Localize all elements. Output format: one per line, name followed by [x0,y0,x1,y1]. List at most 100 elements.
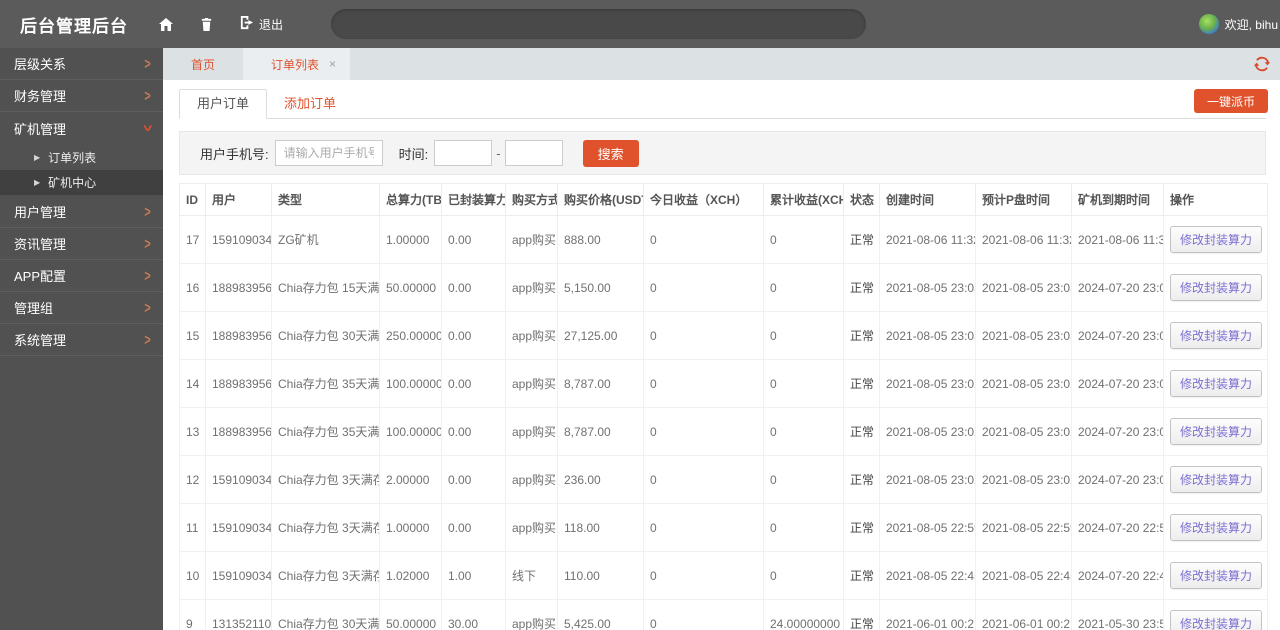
trash-icon[interactable] [200,17,213,32]
table-cell-action: 修改封装算力 [1163,599,1268,630]
table-cell: 正常 [843,551,880,600]
top-navbar: 后台管理后台 退出 欢迎, bihu [0,0,1280,48]
table-cell: 0.00 [441,263,506,312]
modify-sealed-power-button[interactable]: 修改封装算力 [1170,514,1263,541]
table-cell: 30.00 [441,599,506,630]
tab-page[interactable]: 首页 [163,48,243,80]
sidebar-menu: 层级关系 > 财务管理 > 矿机管理 > ▶ 订单列表 ▶ 矿机中心 用户管理 > 资讯管理 > APP配置… [0,48,163,356]
table-cell: 2024-07-20 22:45:03 [1071,551,1164,600]
chevron-right-icon: > [144,54,151,73]
user-menu[interactable]: 欢迎, bihu [1198,14,1278,34]
modify-sealed-power-button[interactable]: 修改封装算力 [1170,274,1263,301]
table-cell: 236.00 [557,455,644,504]
table-row: 1618898395608Chia存力包 15天满存交付50.000000.00… [179,263,1268,312]
table-cell: 2021-06-01 00:21:08 [975,599,1072,630]
modify-sealed-power-button[interactable]: 修改封装算力 [1170,418,1263,445]
table-cell: Chia存力包 35天满存交付 [271,407,380,456]
modify-sealed-power-button[interactable]: 修改封装算力 [1170,226,1263,253]
table-cell: 2021-08-05 23:03:39 [975,263,1072,312]
one-key-dispatch-button[interactable]: 一键派币 [1193,89,1268,113]
chevron-right-icon: > [144,298,151,317]
table-cell: 正常 [843,503,880,552]
close-icon[interactable]: × [329,58,336,70]
phone-input[interactable] [274,140,383,166]
modify-sealed-power-button[interactable]: 修改封装算力 [1170,466,1263,493]
modify-sealed-power-button[interactable]: 修改封装算力 [1170,562,1263,589]
table-cell: 正常 [843,599,880,630]
column-header: 类型 [271,183,380,216]
table-cell: 2.00000 [379,455,442,504]
main-content: 首页订单列表× 用户订单添加订单一键派币 用户手机号: 时间: - 搜索 ID用… [163,48,1280,630]
table-row: 1318898395608Chia存力包 35天满存交付100.000000.0… [179,407,1268,456]
column-header: 创建时间 [879,183,976,216]
column-header: 矿机到期时间 [1071,183,1164,216]
table-cell: 11 [179,503,206,552]
home-icon[interactable] [158,17,174,32]
table-cell: 27,125.00 [557,311,644,360]
sidebar-item-label: 财务管理 [14,89,67,104]
table-cell: 2021-06-01 00:21:08 [879,599,976,630]
column-header: 预计P盘时间 [975,183,1072,216]
phone-label: 用户手机号: [200,146,269,162]
table-cell: 1.00 [441,551,506,600]
chevron-right-icon: > [144,330,151,349]
table-wrap: ID用户类型总算力(TB)已封装算力购买方式购买价格(USDT)今日收益（XCH… [179,183,1268,630]
tab-strip: 首页 订单列表 × [163,48,1280,80]
logout-button[interactable]: 退出 [239,15,283,33]
sidebar-item[interactable]: 矿机管理 > [0,112,163,144]
table-cell-action: 修改封装算力 [1163,455,1268,504]
table-cell: Chia存力包 3天满存交付 [271,551,380,600]
table-cell: 线下 [505,551,558,600]
sidebar-subitem[interactable]: ▶ 订单列表 [0,144,163,170]
search-button[interactable]: 搜索 [582,139,639,167]
table-cell: 17 [179,215,206,264]
sidebar-subitem[interactable]: ▶ 矿机中心 [0,170,163,196]
modify-sealed-power-button[interactable]: 修改封装算力 [1170,610,1263,630]
subtab[interactable]: 用户订单 [179,89,268,119]
sidebar-item[interactable]: 层级关系 > [0,48,163,80]
table-cell: 正常 [843,407,880,456]
sidebar-item-label: APP配置 [14,269,67,284]
table-cell: 2021-08-05 22:59:35 [879,503,976,552]
sidebar-item[interactable]: 管理组 > [0,292,163,324]
subtab[interactable]: 添加订单 [267,90,353,118]
sidebar-item[interactable]: 资讯管理 > [0,228,163,260]
table-cell: 16 [179,263,206,312]
table-cell: 13 [179,407,206,456]
time-to-input[interactable] [504,140,563,166]
modify-sealed-power-button[interactable]: 修改封装算力 [1170,370,1263,397]
table-cell: 0 [763,407,844,456]
table-row: 1518898395608Chia存力包 30天满存交付250.000000.0… [179,311,1268,360]
table-cell: 888.00 [557,215,644,264]
table-cell: 8,787.00 [557,407,644,456]
chevron-right-icon: > [144,266,151,285]
modify-sealed-power-button[interactable]: 修改封装算力 [1170,322,1263,349]
table-cell: 8,787.00 [557,359,644,408]
sidebar-item[interactable]: 财务管理 > [0,80,163,112]
table-cell: 2024-07-20 23:03:03 [1071,311,1164,360]
table-cell: Chia存力包 15天满存交付 [271,263,380,312]
table-cell: 100.00000 [379,407,442,456]
tab-active[interactable]: 订单列表 × [243,48,351,80]
table-cell: 0 [763,551,844,600]
table-header-row: ID用户类型总算力(TB)已封装算力购买方式购买价格(USDT)今日收益（XCH… [179,183,1268,216]
sidebar-item[interactable]: 用户管理 > [0,196,163,228]
table-cell: 50.00000 [379,263,442,312]
chevron-right-icon: > [138,124,157,132]
column-header: 总算力(TB) [379,183,442,216]
sidebar-item[interactable]: APP配置 > [0,260,163,292]
sidebar-item[interactable]: 系统管理 > [0,324,163,356]
refresh-icon[interactable] [1253,55,1271,73]
table-cell-action: 修改封装算力 [1163,407,1268,456]
table-cell: 正常 [843,311,880,360]
time-from-input[interactable] [434,140,493,166]
table-cell: Chia存力包 30天满存交付 [271,599,380,630]
table-cell: 15910903445 [205,215,272,264]
table-cell: app购买 [505,359,558,408]
table-cell: 0 [643,503,764,552]
navbar-search-input[interactable] [331,9,867,39]
table-cell: Chia存力包 3天满存交付 [271,503,380,552]
column-header: ID [179,183,206,216]
table-cell: 5,150.00 [557,263,644,312]
table-cell: 2024-07-20 23:03:39 [1071,263,1164,312]
